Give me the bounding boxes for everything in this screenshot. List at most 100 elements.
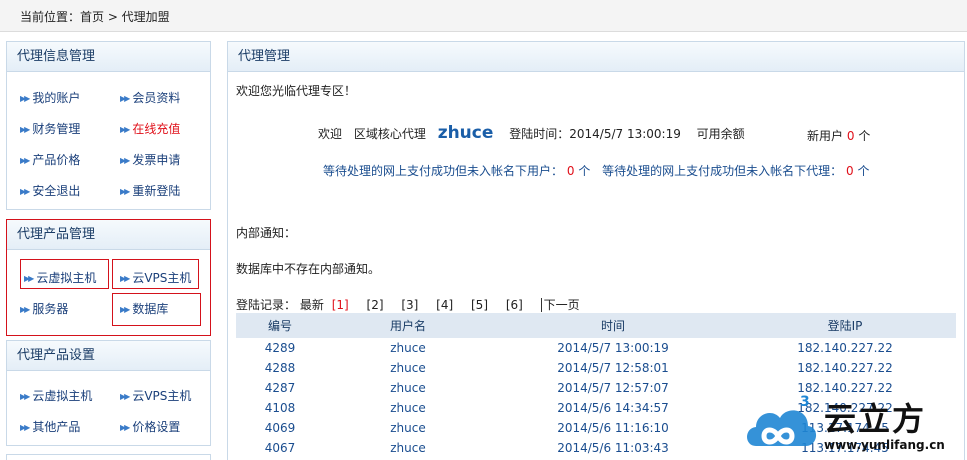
sidebar-item-my-account[interactable]: ▶▶ 我的账户 <box>20 89 80 106</box>
cloud-logo-icon: 3 <box>747 394 817 446</box>
page-link-5[interactable]: [5] <box>471 298 488 312</box>
pending-agents-count: 0 <box>846 164 854 178</box>
page-link-4[interactable]: [4] <box>436 298 453 312</box>
column-header-id: 编号 <box>236 313 324 338</box>
double-arrow-icon: ▶▶ <box>120 125 130 134</box>
new-users-line: 新用户 0 个 <box>807 127 870 144</box>
cell-time: 2014/5/6 11:16:10 <box>557 421 669 435</box>
table-header-row: 编号 用户名 时间 登陆IP <box>236 313 956 338</box>
sidebar-panel-products-title: 代理产品管理 <box>7 220 210 250</box>
watermark-url: www.yunlifang.cn <box>824 438 945 452</box>
main-panel-title: 代理管理 <box>228 42 964 72</box>
pending-agents-label: 等待处理的网上支付成功但未入帐名下代理： <box>602 164 843 178</box>
watermark-text: 云立方 <box>824 400 927 438</box>
cell-time: 2014/5/7 12:57:07 <box>557 381 669 395</box>
page-link-6[interactable]: [6] <box>506 298 523 312</box>
notice-text: 数据库中不存在内部通知。 <box>236 262 381 276</box>
sidebar-item-setting-cloud-vps[interactable]: ▶▶ 云VPS主机 <box>120 387 191 404</box>
page-link-3[interactable]: [3] <box>401 298 418 312</box>
double-arrow-icon: ▶▶ <box>20 392 30 401</box>
sidebar-item-member-profile[interactable]: ▶▶ 会员资料 <box>120 89 180 106</box>
sidebar-item-relogin[interactable]: ▶▶ 重新登陆 <box>120 182 180 199</box>
cell-username: zhuce <box>390 341 426 355</box>
sidebar-item-price-settings[interactable]: ▶▶ 价格设置 <box>120 418 180 435</box>
double-arrow-icon: ▶▶ <box>120 187 130 196</box>
sidebar-item-cloud-virtual-host[interactable]: ▶▶ 云虚拟主机 <box>24 269 96 286</box>
cell-username: zhuce <box>390 421 426 435</box>
login-records-label: 登陆记录： <box>236 298 297 312</box>
new-users-unit: 个 <box>858 129 871 143</box>
username: zhuce <box>437 123 494 143</box>
sidebar-item-other-products[interactable]: ▶▶ 其他产品 <box>20 418 80 435</box>
pending-line: 等待处理的网上支付成功但未入帐名下用户： 0 个 等待处理的网上支付成功但未入帐… <box>323 162 869 179</box>
double-arrow-icon: ▶▶ <box>120 423 130 432</box>
notice-label: 内部通知： <box>236 226 297 240</box>
sidebar-item-cloud-vps[interactable]: ▶▶ 云VPS主机 <box>120 269 191 286</box>
double-arrow-icon: ▶▶ <box>20 305 30 314</box>
column-header-time: 时间 <box>492 313 734 338</box>
double-arrow-icon: ▶▶ <box>20 423 30 432</box>
cell-username: zhuce <box>390 401 426 415</box>
cell-id: 4108 <box>264 401 296 415</box>
sidebar-item-server[interactable]: ▶▶ 服务器 <box>20 300 68 317</box>
sidebar-item-setting-cloud-host[interactable]: ▶▶ 云虚拟主机 <box>20 387 92 404</box>
pending-agents-unit: 个 <box>857 164 870 178</box>
next-page-link[interactable]: 下一页 <box>540 298 580 312</box>
double-arrow-icon: ▶▶ <box>20 156 30 165</box>
table-row: 4288 zhuce 2014/5/7 12:58:01 182.140.227… <box>236 358 956 378</box>
cell-id: 4287 <box>264 381 296 395</box>
column-header-ip: 登陆IP <box>734 313 956 338</box>
double-arrow-icon: ▶▶ <box>120 305 130 314</box>
cell-username: zhuce <box>390 361 426 375</box>
sidebar-item-invoice[interactable]: ▶▶ 发票申请 <box>120 151 180 168</box>
table-row: 4289 zhuce 2014/5/7 13:00:19 182.140.227… <box>236 338 956 358</box>
login-time: 登陆时间：2014/5/7 13:00:19 <box>509 127 681 141</box>
sidebar-panel-settings-title: 代理产品设置 <box>7 341 210 371</box>
login-records-pager: 登陆记录： 最新 [1] [2] [3] [4] [5] [6] 下一页 <box>236 296 594 313</box>
greet-text: 欢迎 <box>318 127 343 141</box>
sidebar-panel-info-title: 代理信息管理 <box>7 42 210 72</box>
sidebar-item-product-price[interactable]: ▶▶ 产品价格 <box>20 151 80 168</box>
double-arrow-icon: ▶▶ <box>120 156 130 165</box>
breadcrumb-bar: 当前位置：首页 > 代理加盟 <box>0 0 967 32</box>
welcome-text: 欢迎您光临代理专区！ <box>236 84 357 98</box>
svg-text:3: 3 <box>800 394 810 410</box>
double-arrow-icon: ▶▶ <box>120 94 130 103</box>
double-arrow-icon: ▶▶ <box>120 274 130 283</box>
column-header-username: 用户名 <box>324 313 492 338</box>
pending-users-label: 等待处理的网上支付成功但未入帐名下用户： <box>323 164 564 178</box>
cell-time: 2014/5/6 14:34:57 <box>557 401 669 415</box>
agent-role: 区域核心代理 <box>353 127 426 141</box>
sidebar-item-database[interactable]: ▶▶ 数据库 <box>120 300 168 317</box>
double-arrow-icon: ▶▶ <box>20 94 30 103</box>
watermark-logo: 3 云立方 www.yunlifang.cn <box>742 392 962 458</box>
cell-username: zhuce <box>390 441 426 455</box>
cell-time: 2014/5/7 12:58:01 <box>557 361 669 375</box>
cell-id: 4069 <box>264 421 296 435</box>
cell-id: 4288 <box>264 361 296 375</box>
cell-ip: 182.140.227.22 <box>797 341 893 355</box>
latest-label: 最新 <box>299 298 324 312</box>
double-arrow-icon: ▶▶ <box>20 187 30 196</box>
sidebar-item-finance[interactable]: ▶▶ 财务管理 <box>20 120 80 137</box>
agent-info-line: 欢迎 区域核心代理 zhuce 登陆时间：2014/5/7 13:00:19 可… <box>318 123 745 143</box>
double-arrow-icon: ▶▶ <box>20 125 30 134</box>
breadcrumb: 当前位置：首页 > 代理加盟 <box>20 10 170 24</box>
cell-username: zhuce <box>390 381 426 395</box>
double-arrow-icon: ▶▶ <box>120 392 130 401</box>
new-users-count: 0 <box>846 129 855 143</box>
cell-id: 4289 <box>264 341 296 355</box>
sidebar-item-online-recharge[interactable]: ▶▶ 在线充值 <box>120 120 180 137</box>
pending-users-unit: 个 <box>578 164 591 178</box>
cell-id: 4067 <box>264 441 296 455</box>
sidebar-item-logout[interactable]: ▶▶ 安全退出 <box>20 182 80 199</box>
double-arrow-icon: ▶▶ <box>24 274 34 283</box>
cell-ip: 182.140.227.22 <box>797 361 893 375</box>
cell-time: 2014/5/7 13:00:19 <box>557 341 669 355</box>
balance-label: 可用余额 <box>696 127 745 141</box>
page-link-2[interactable]: [2] <box>367 298 384 312</box>
cell-time: 2014/5/6 11:03:43 <box>557 441 669 455</box>
page-link-1[interactable]: [1] <box>332 298 349 312</box>
sidebar-panel-more <box>6 454 211 460</box>
new-users-label: 新用户 <box>807 129 844 143</box>
